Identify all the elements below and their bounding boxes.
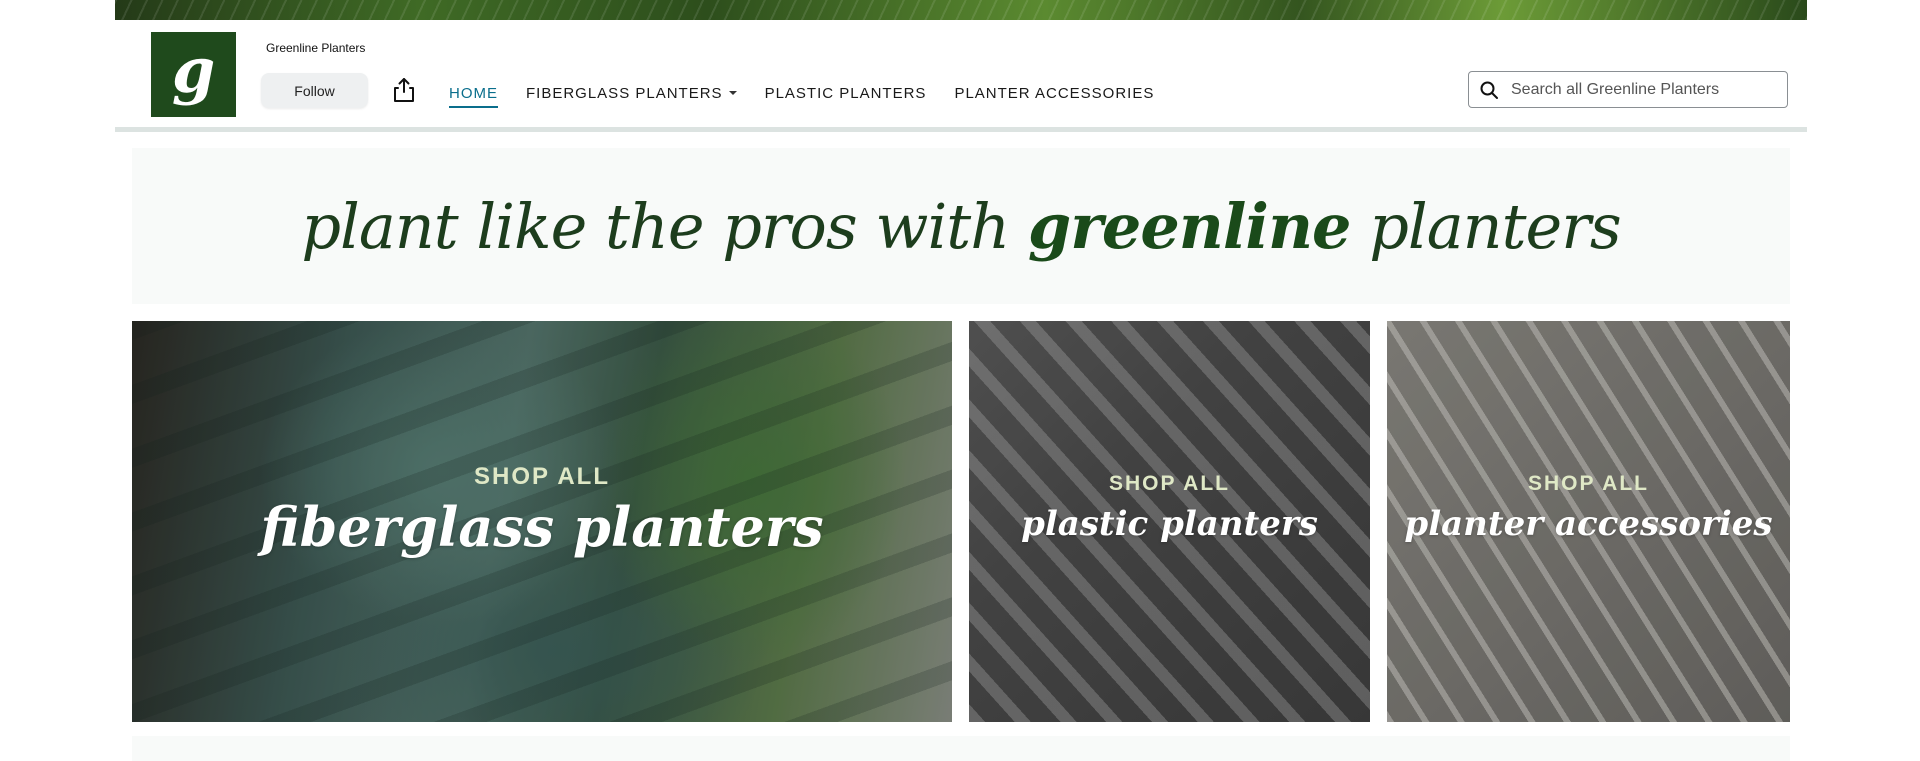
hero-banner-strip bbox=[115, 0, 1807, 20]
chevron-down-icon bbox=[728, 91, 737, 95]
next-section-band bbox=[132, 736, 1790, 761]
store-header: g Greenline Planters Follow HOME FIBERGL… bbox=[115, 20, 1807, 128]
tagline-banner: plant like the pros with greenline plant… bbox=[132, 148, 1790, 304]
nav-home[interactable]: HOME bbox=[449, 82, 498, 108]
tagline-before: plant like the pros with bbox=[301, 189, 1028, 263]
nav-plastic-label: PLASTIC PLANTERS bbox=[764, 84, 927, 102]
storefront-page: g Greenline Planters Follow HOME FIBERGL… bbox=[0, 0, 1920, 761]
nav-fiberglass-label: FIBERGLASS PLANTERS bbox=[526, 84, 723, 102]
tile-kicker: SHOP ALL bbox=[473, 462, 610, 490]
store-logo[interactable]: g bbox=[151, 32, 236, 117]
nav-plastic-planters[interactable]: PLASTIC PLANTERS bbox=[765, 82, 927, 104]
tile-title: fiberglass planters bbox=[260, 494, 824, 559]
tile-kicker: SHOP ALL bbox=[1527, 471, 1649, 495]
nav-home-label: HOME bbox=[449, 84, 498, 102]
search-icon[interactable] bbox=[1479, 80, 1499, 100]
nav-planter-accessories[interactable]: PLANTER ACCESSORIES bbox=[954, 82, 1154, 104]
search-input[interactable] bbox=[1509, 79, 1773, 100]
tile-title: plastic planters bbox=[1021, 503, 1318, 544]
share-icon[interactable] bbox=[392, 77, 416, 103]
logo-letter: g bbox=[171, 33, 216, 107]
header-divider bbox=[115, 127, 1807, 132]
store-search[interactable] bbox=[1468, 71, 1788, 108]
tagline-brand: greenline bbox=[1027, 189, 1352, 263]
tile-title: planter accessories bbox=[1404, 503, 1773, 544]
nav-fiberglass-planters[interactable]: FIBERGLASS PLANTERS bbox=[526, 82, 737, 104]
tile-planter-accessories[interactable]: SHOP ALL planter accessories bbox=[1387, 321, 1790, 722]
tile-fiberglass-planters[interactable]: SHOP ALL fiberglass planters bbox=[132, 321, 952, 722]
store-name[interactable]: Greenline Planters bbox=[266, 41, 365, 55]
tile-plastic-planters[interactable]: SHOP ALL plastic planters bbox=[969, 321, 1370, 722]
tile-kicker: SHOP ALL bbox=[1108, 471, 1230, 495]
store-nav: HOME FIBERGLASS PLANTERS PLASTIC PLANTER… bbox=[449, 82, 1182, 108]
follow-button[interactable]: Follow bbox=[261, 73, 368, 108]
tagline-text: plant like the pros with greenline plant… bbox=[301, 189, 1621, 263]
tagline-after: planters bbox=[1350, 189, 1621, 263]
nav-accessories-label: PLANTER ACCESSORIES bbox=[954, 84, 1155, 102]
